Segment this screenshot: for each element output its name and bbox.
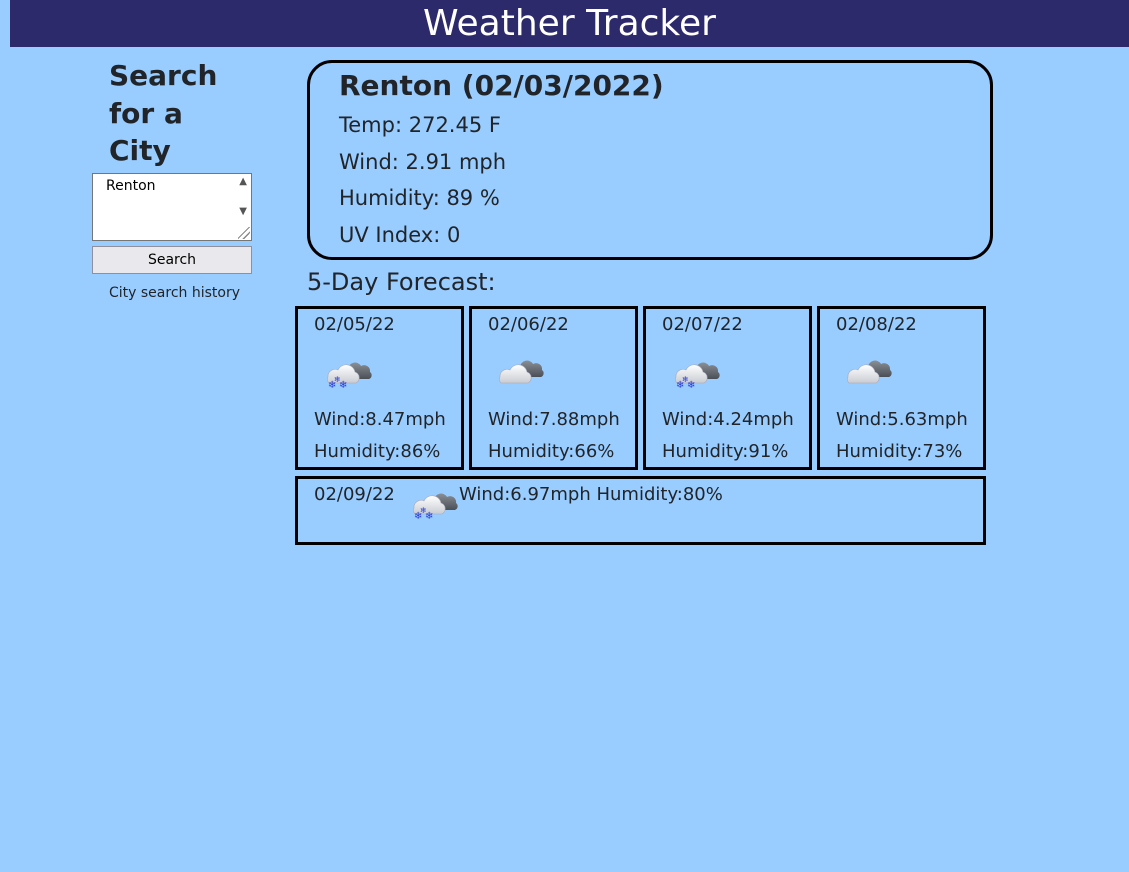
forecast-humidity: Humidity:73%	[836, 441, 963, 462]
app-title: Weather Tracker	[423, 3, 716, 44]
forecast-wind: Wind:6.97mph	[459, 484, 591, 505]
forecast-date: 02/06/22	[488, 314, 569, 335]
forecast-wind: Wind:5.63mph	[836, 409, 968, 430]
forecast-card: 02/07/22 Wind:4.24mph Humidity:91%	[643, 306, 812, 470]
search-title: Search for a City	[109, 59, 218, 167]
forecast-date: 02/05/22	[314, 314, 395, 335]
forecast-details: Wind:6.97mph Humidity:80%	[459, 484, 723, 506]
forecast-date: 02/09/22	[314, 484, 395, 505]
snow-cloud-icon	[408, 486, 458, 520]
current-uv-index: UV Index: 0	[339, 222, 461, 247]
forecast-card: 02/06/22 Wind:7.88mph Humidity:66%	[469, 306, 638, 470]
forecast-card-wide: 02/09/22 Wind:6.97mph Humidity:80%	[295, 476, 986, 545]
forecast-wind: Wind:7.88mph	[488, 409, 620, 430]
forecast-card: 02/05/22 Wind:8.47mph Humidity:86%	[295, 306, 464, 470]
current-wind: Wind: 2.91 mph	[339, 149, 507, 174]
forecast-humidity: Humidity:91%	[662, 441, 789, 462]
snow-cloud-icon	[670, 355, 720, 389]
search-history-label: City search history	[109, 284, 240, 301]
search-sidebar: Search for a City Renton ▲ ▼ Search City…	[92, 57, 257, 301]
forecast-humidity: Humidity:80%	[596, 484, 723, 505]
cloud-icon	[496, 355, 546, 389]
resize-grip-icon[interactable]	[238, 226, 250, 239]
current-humidity: Humidity: 89 %	[339, 186, 500, 210]
forecast-humidity: Humidity:86%	[314, 441, 441, 462]
current-temp: Temp: 272.45 F	[339, 113, 501, 137]
snow-cloud-icon	[322, 355, 372, 389]
forecast-card: 02/08/22 Wind:5.63mph Humidity:73%	[817, 306, 986, 470]
forecast-wind: Wind:4.24mph	[662, 409, 794, 430]
scroll-down-icon[interactable]: ▼	[239, 206, 247, 217]
forecast-wind: Wind:8.47mph	[314, 409, 446, 430]
forecast-heading: 5-Day Forecast:	[307, 268, 496, 296]
current-city-date: Renton (02/03/2022)	[339, 69, 664, 102]
app-header: Weather Tracker	[10, 0, 1129, 47]
forecast-date: 02/07/22	[662, 314, 743, 335]
cloud-icon	[844, 355, 894, 389]
scroll-up-icon[interactable]: ▲	[239, 176, 247, 187]
current-weather-card: Renton (02/03/2022) Temp: 272.45 F Wind:…	[307, 60, 993, 260]
city-search-input[interactable]: Renton ▲ ▼	[92, 172, 252, 241]
forecast-date: 02/08/22	[836, 314, 917, 335]
search-button[interactable]: Search	[92, 245, 252, 274]
search-input-value: Renton	[106, 177, 156, 194]
forecast-humidity: Humidity:66%	[488, 441, 615, 462]
